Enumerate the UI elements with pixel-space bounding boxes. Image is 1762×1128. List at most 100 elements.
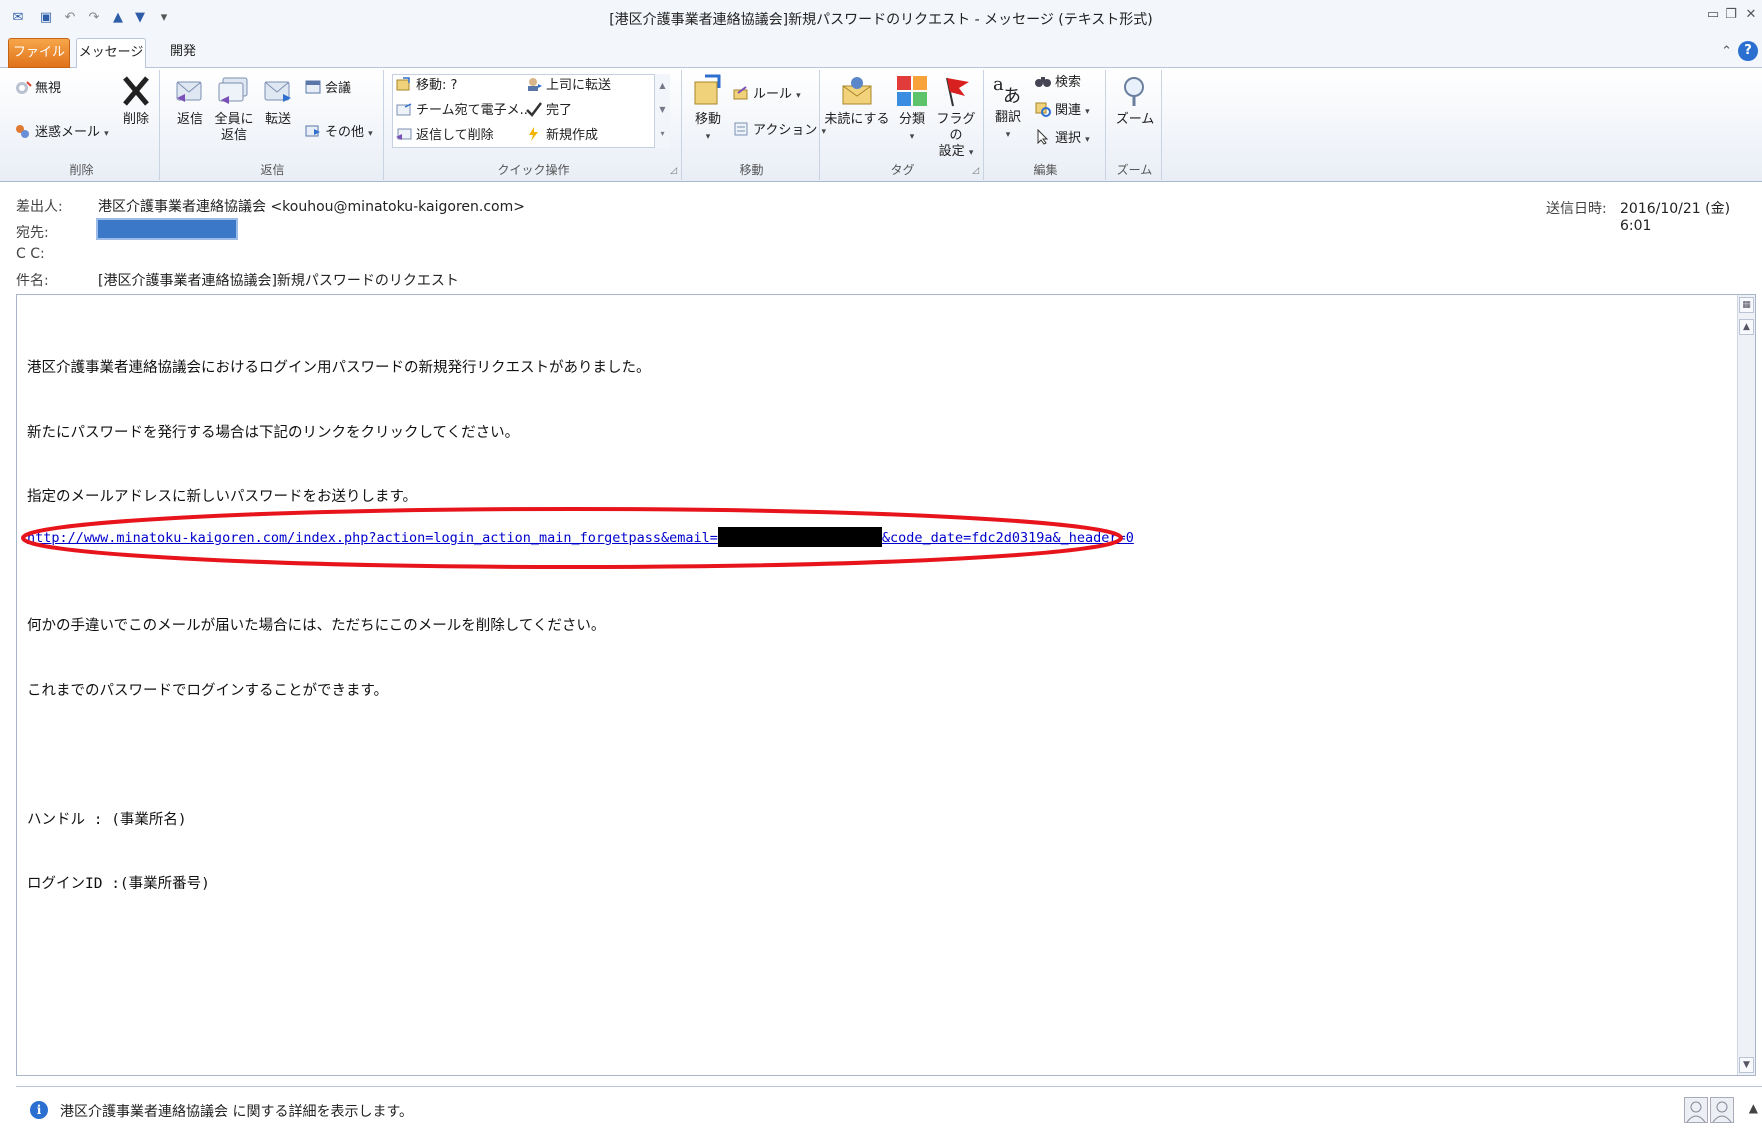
highlight-ellipse [21, 507, 1123, 569]
move-folder-icon [396, 77, 410, 91]
mark-unread-button[interactable]: 未読にする [824, 74, 890, 128]
group-label-editing: 編集 [1033, 163, 1058, 177]
move-button[interactable]: 移動 ▾ [688, 74, 728, 145]
body-line: 港区介護事業者連絡協議会におけるログイン用パスワードの新規発行リクエストがありま… [27, 360, 651, 376]
to-label: 宛先: [16, 225, 49, 241]
group-label-zoom: ズーム [1116, 163, 1153, 177]
more-respond-button[interactable]: その他 ▾ [304, 122, 373, 144]
sent-label: 送信日時: [1546, 201, 1607, 217]
dialog-launcher-icon[interactable]: ◿ [670, 166, 677, 176]
group-editing: aあ 翻訳 ▾ 検索 関連 ▾ 選択 ▾ 編集 [986, 70, 1106, 180]
reply-button[interactable]: 返信 [170, 74, 210, 128]
tab-file[interactable]: ファイル [8, 38, 70, 68]
related-button[interactable]: 関連 ▾ [1034, 100, 1090, 122]
subject-value: [港区介護事業者連絡協議会]新規パスワードのリクエスト [98, 273, 459, 289]
message-body[interactable]: 港区介護事業者連絡協議会におけるログイン用パスワードの新規発行リクエストがありま… [16, 294, 1756, 1076]
svg-text:あ: あ [1003, 86, 1021, 106]
group-label-move: 移動 [739, 163, 764, 177]
reply-icon [176, 81, 202, 102]
follow-up-button[interactable]: フラグの 設定 ▾ [932, 74, 980, 161]
group-quick-steps: 移動: ? チーム宛て電子メ... 返信して削除 上司に転送 完了 新規作成 ▲… [386, 70, 682, 180]
categorize-button[interactable]: 分類 ▾ [892, 74, 932, 145]
junk-button[interactable]: 迷惑メール ▾ [14, 122, 109, 144]
group-move: 移動 ▾ ルール ▾ アクション ▾ 移動 [684, 70, 826, 180]
minimize-icon[interactable]: ▭ [1704, 6, 1722, 24]
forward-button[interactable]: 転送 [258, 74, 298, 128]
restore-icon[interactable]: ❐ [1722, 6, 1740, 24]
actions-button[interactable]: アクション ▾ [732, 120, 826, 142]
tags-dialog-launcher-icon[interactable]: ◿ [972, 166, 979, 176]
person-icon[interactable] [1710, 1097, 1734, 1123]
subject-label: 件名: [16, 273, 49, 289]
meeting-button[interactable]: 会議 [304, 78, 351, 100]
reply-all-icon [218, 77, 248, 104]
body-line: 新たにパスワードを発行する場合は下記のリンクをクリックしてください。 [27, 424, 520, 441]
from-label: 差出人: [16, 199, 63, 215]
reply-all-button[interactable]: 全員に 返信 [214, 74, 254, 144]
group-label-delete: 削除 [69, 163, 94, 177]
from-value[interactable]: 港区介護事業者連絡協議会 <kouhou@minatoku-kaigoren.c… [98, 196, 525, 216]
ribbon: 無視 迷惑メール ▾ 削除 削除 返信 全員に 返信 転送 会議 その他 ▾ 返… [0, 68, 1762, 182]
zoom-button[interactable]: ズーム [1110, 74, 1160, 128]
rules-button[interactable]: ルール ▾ [732, 84, 801, 106]
expand-people-pane-icon[interactable]: ▲ [1749, 1101, 1758, 1115]
cursor-icon [1037, 129, 1049, 145]
people-pane-text[interactable]: 港区介護事業者連絡協議会 に関する詳細を表示します。 [60, 1101, 413, 1121]
select-button[interactable]: 選択 ▾ [1034, 128, 1090, 150]
cc-label: C C: [16, 246, 45, 262]
quick-team-email[interactable]: チーム宛て電子メ... [395, 100, 532, 122]
tab-developer[interactable]: 開発 [158, 38, 208, 68]
unread-envelope-icon [842, 77, 872, 105]
more-icon [305, 125, 320, 137]
magnifier-icon [1124, 77, 1144, 106]
meeting-icon [305, 80, 321, 94]
rules-icon [733, 86, 748, 100]
tab-message[interactable]: メッセージ [76, 38, 146, 69]
flag-icon [946, 77, 969, 107]
find-button[interactable]: 検索 [1034, 72, 1081, 94]
body-line: ログインID :(事業所番号) [27, 876, 210, 892]
minimize-ribbon-icon[interactable]: ⌃ [1721, 44, 1732, 59]
categorize-icon [897, 76, 927, 106]
ignore-icon [16, 81, 32, 94]
quick-reply-delete[interactable]: 返信して削除 [395, 125, 494, 147]
group-zoom: ズーム ズーム [1108, 70, 1162, 180]
scrollbar-options-icon[interactable]: ▦ [1739, 297, 1754, 313]
group-label-quick-steps: クイック操作 [497, 163, 570, 177]
body-scrollbar[interactable]: ▦ ▲ ▼ [1737, 295, 1755, 1075]
group-delete: 無視 迷惑メール ▾ 削除 削除 [4, 70, 160, 180]
delete-button[interactable]: 削除 [116, 74, 156, 128]
scroll-up-arrow-icon[interactable]: ▲ [1739, 319, 1754, 335]
forward-icon [264, 81, 291, 102]
close-icon[interactable]: ✕ [1742, 6, 1760, 24]
expand-gallery-icon[interactable]: ▾ [655, 122, 670, 146]
scroll-down-arrow-icon[interactable]: ▼ [1739, 1057, 1754, 1073]
body-text: 港区介護事業者連絡協議会におけるログイン用パスワードの新規発行リクエストがありま… [27, 315, 1727, 939]
translate-button[interactable]: aあ 翻訳 ▾ [988, 72, 1028, 143]
move-icon [694, 74, 721, 105]
person-silhouette-icon [1712, 1101, 1732, 1123]
group-tags: 未読にする 分類 ▾ フラグの 設定 ▾ タグ ◿ [822, 70, 984, 180]
window-title: [港区介護事業者連絡協議会]新規パスワードのリクエスト - メッセージ (テキス… [609, 12, 1153, 28]
quick-create-new[interactable]: 新規作成 [525, 125, 598, 147]
scroll-up-icon[interactable]: ▲ [655, 74, 670, 98]
quick-to-manager[interactable]: 上司に転送 [525, 75, 611, 97]
scroll-down-icon[interactable]: ▼ [655, 98, 670, 122]
message-header: 差出人: 港区介護事業者連絡協議会 <kouhou@minatoku-kaigo… [0, 184, 1762, 294]
ribbon-tab-bar: ファイル メッセージ 開発 ⌃ ? [0, 36, 1762, 69]
title-bar: ✉ ▣ ↶ ↷ ▲ ▼ ▾ [港区介護事業者連絡協議会]新規パスワードのリクエス… [0, 0, 1762, 36]
help-icon[interactable]: ? [1738, 41, 1758, 61]
lightning-icon [529, 127, 538, 141]
reply-delete-icon [396, 128, 412, 140]
info-icon: i [30, 1101, 48, 1119]
people-pane: i 港区介護事業者連絡協議会 に関する詳細を表示します。 ▲ [16, 1086, 1762, 1128]
quick-done[interactable]: 完了 [525, 100, 572, 122]
quick-steps-scrollbar[interactable]: ▲ ▼ ▾ [654, 74, 670, 148]
quick-move-to[interactable]: 移動: ? [395, 75, 457, 97]
quick-steps-gallery: 移動: ? チーム宛て電子メ... 返信して削除 上司に転送 完了 新規作成 [392, 74, 668, 148]
group-label-respond: 返信 [260, 163, 285, 177]
person-icon[interactable] [1684, 1097, 1708, 1123]
related-icon [1035, 102, 1051, 117]
ignore-button[interactable]: 無視 [14, 78, 61, 100]
